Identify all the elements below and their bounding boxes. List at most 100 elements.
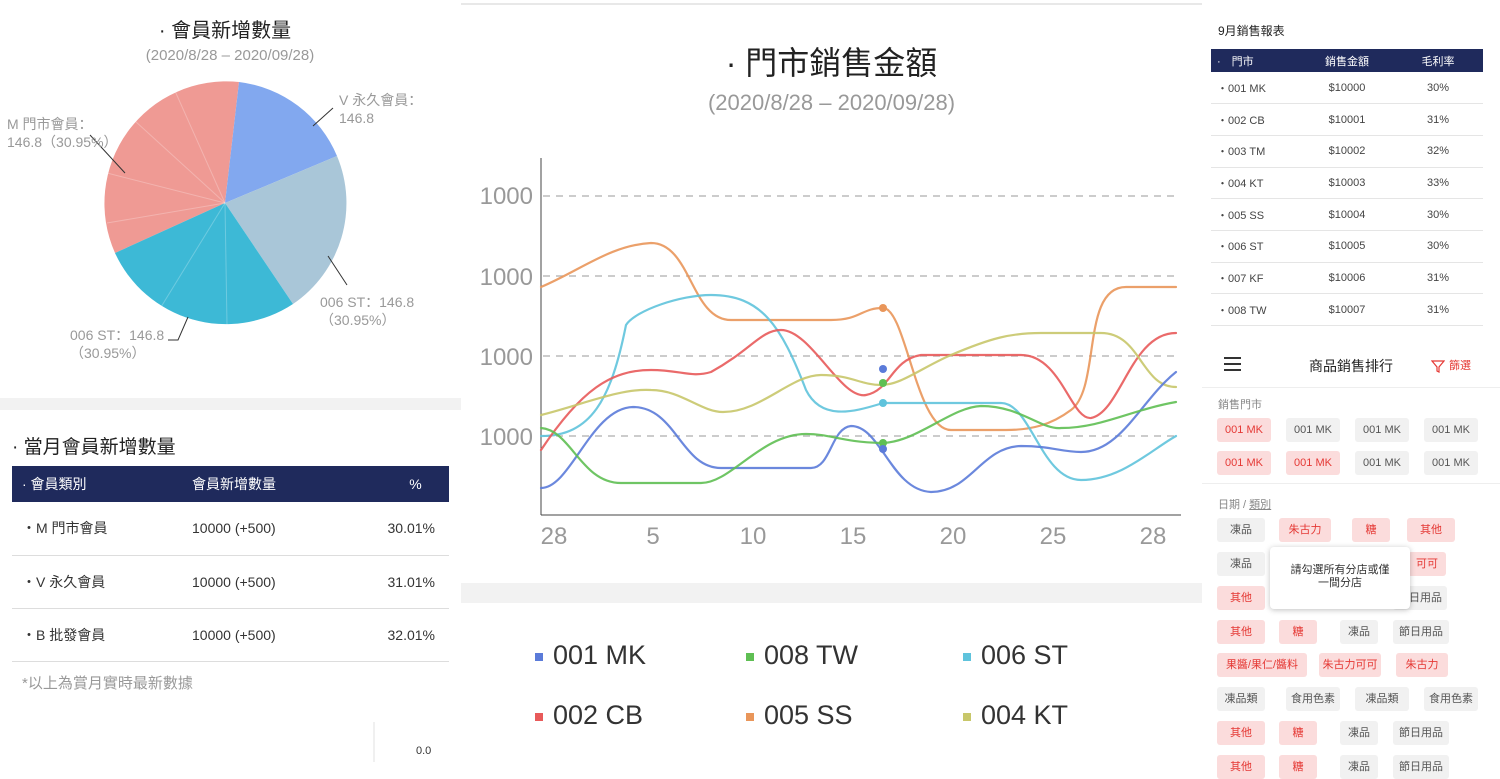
filter-label: 篩選 [1449, 360, 1471, 372]
category-chip[interactable]: 凍品 [1217, 552, 1265, 576]
category-chip[interactable]: 凍品類 [1355, 687, 1409, 711]
cell-amount: $10006 [1301, 262, 1393, 295]
category-chip[interactable]: 凍品 [1340, 721, 1378, 745]
category-label[interactable]: 類別 [1249, 499, 1271, 511]
table-row[interactable]: ・B 批發會員 10000 (+500) 32.01% [12, 608, 449, 662]
data-point[interactable] [879, 445, 887, 453]
legend-item-005-ss[interactable]: 005 SS [746, 700, 853, 731]
category-chip[interactable]: 凍品類 [1217, 687, 1265, 711]
cell-amount: $10004 [1301, 198, 1393, 231]
series-line-005-ss[interactable] [539, 241, 1178, 432]
table-row[interactable]: ・006 ST $10005 30% [1211, 230, 1483, 263]
legend-swatch [746, 652, 754, 661]
category-chip[interactable]: 凍品 [1217, 518, 1265, 542]
category-chip[interactable]: 朱古力 [1279, 518, 1331, 542]
data-point[interactable] [879, 399, 887, 407]
table-row[interactable]: ・M 門市會員 10000 (+500) 30.01% [12, 502, 449, 556]
category-chip[interactable]: 食用色素 [1424, 687, 1478, 711]
category-chip[interactable]: 食用色素 [1286, 687, 1340, 711]
date-label[interactable]: 日期 / [1218, 499, 1249, 511]
cell-count: 10000 (+500) [182, 608, 372, 662]
col-header: 會員新增數量 [182, 466, 372, 502]
cell-store: ・002 CB [1211, 103, 1301, 136]
data-point[interactable] [879, 365, 887, 373]
cell-margin: 33% [1393, 167, 1483, 200]
pie-label-st-left: 006 ST：146.8 （30.95%） [70, 327, 165, 361]
store-select-tooltip: 請勾選所有分店或僅 一間分店 [1270, 547, 1410, 609]
table-row[interactable]: ・002 CB $10001 31% [1211, 103, 1483, 136]
category-chip[interactable]: 其他 [1217, 586, 1265, 610]
category-chip[interactable]: 糖 [1279, 755, 1317, 779]
store-chip[interactable]: 001 MK [1355, 418, 1409, 442]
cell-margin: 31% [1393, 103, 1483, 136]
store-chip[interactable]: 001 MK [1217, 451, 1271, 475]
top-divider [461, 3, 1202, 5]
legend-swatch [746, 712, 754, 721]
table-row[interactable]: ・005 SS $10004 30% [1211, 198, 1483, 231]
divider [373, 722, 375, 762]
table-row[interactable]: ・008 TW $10007 31% [1211, 293, 1483, 326]
table-row[interactable]: ・004 KT $10003 33% [1211, 167, 1483, 200]
data-point[interactable] [879, 379, 887, 387]
x-tick-label: 10 [740, 523, 767, 550]
category-chip[interactable]: 糖 [1352, 518, 1390, 542]
member-panel: · 會員新增數量 (2020/8/28 – 2020/09/28) M 門市會員 [0, 0, 461, 778]
legend-label: 002 CB [553, 700, 644, 730]
table-row[interactable]: ・007 KF $10006 31% [1211, 262, 1483, 295]
category-chip[interactable]: 可可 [1408, 552, 1446, 576]
legend-item-004-kt[interactable]: 004 KT [963, 700, 1068, 731]
category-chip[interactable]: 其他 [1217, 721, 1265, 745]
category-chip[interactable]: 節日用品 [1393, 620, 1449, 644]
store-chip[interactable]: 001 MK [1424, 418, 1478, 442]
cell-store: ・004 KT [1211, 167, 1301, 200]
cell-margin: 31% [1393, 262, 1483, 295]
y-tick-label: 1000 [480, 183, 533, 210]
legend-swatch [535, 652, 543, 661]
legend-item-006-st[interactable]: 006 ST [963, 640, 1068, 671]
legend-label: 001 MK [553, 640, 647, 670]
legend-item-001-mk[interactable]: 001 MK [535, 640, 646, 671]
cell-type: ・V 永久會員 [12, 555, 182, 609]
category-chip[interactable]: 其他 [1217, 620, 1265, 644]
y-tick-label: 1000 [480, 264, 533, 291]
filter-button[interactable]: 篩選 [1430, 357, 1471, 373]
category-chip[interactable]: 凍品 [1340, 755, 1378, 779]
category-chip[interactable]: 糖 [1279, 721, 1317, 745]
category-chip[interactable]: 節日用品 [1393, 755, 1449, 779]
sales-report-table: · 門市 銷售金額 毛利率 ・001 MK $10000 30% ・002 CB $10… [1211, 49, 1483, 326]
category-chip[interactable]: 果醬/果仁/醬料 [1217, 653, 1307, 677]
table-row[interactable]: ・003 TM $10002 32% [1211, 135, 1483, 168]
store-chip[interactable]: 001 MK [1355, 451, 1409, 475]
cell-amount: $10007 [1301, 293, 1393, 326]
sales-line-chart: 1000 1000 1000 1000 28 5 10 15 20 25 28 [480, 158, 1181, 550]
cell-margin: 30% [1393, 198, 1483, 231]
table-row[interactable]: ・V 永久會員 10000 (+500) 31.01% [12, 555, 449, 609]
store-chip[interactable]: 001 MK [1217, 418, 1271, 442]
x-tick-label: 5 [646, 523, 659, 550]
store-chip[interactable]: 001 MK [1286, 451, 1340, 475]
data-point[interactable] [879, 304, 887, 312]
col-header: 毛利率 [1393, 49, 1483, 72]
x-tick-label: 20 [940, 523, 967, 550]
store-chip[interactable]: 001 MK [1286, 418, 1340, 442]
y-tick-label: 1000 [480, 424, 533, 451]
category-chip[interactable]: 朱古力 [1396, 653, 1448, 677]
cell-store: ・003 TM [1211, 135, 1301, 168]
legend-item-008-tw[interactable]: 008 TW [746, 640, 858, 671]
legend-item-002-cb[interactable]: 002 CB [535, 700, 643, 731]
table-row[interactable]: ・001 MK $10000 30% [1211, 72, 1483, 105]
category-chip[interactable]: 朱古力可可 [1319, 653, 1381, 677]
series-line-004-kt[interactable] [539, 331, 1178, 417]
cell-store: ・006 ST [1211, 230, 1301, 263]
cell-amount: $10003 [1301, 167, 1393, 200]
ranking-header: 商品銷售排行 篩選 [1202, 342, 1500, 388]
report-title: 9月銷售報表 [1218, 24, 1285, 38]
legend-label: 004 KT [981, 700, 1069, 730]
divider [1202, 483, 1500, 484]
category-chip[interactable]: 節日用品 [1393, 721, 1449, 745]
category-chip[interactable]: 糖 [1279, 620, 1317, 644]
category-chip[interactable]: 其他 [1407, 518, 1455, 542]
store-chip[interactable]: 001 MK [1424, 451, 1478, 475]
category-chip[interactable]: 凍品 [1340, 620, 1378, 644]
category-chip[interactable]: 其他 [1217, 755, 1265, 779]
